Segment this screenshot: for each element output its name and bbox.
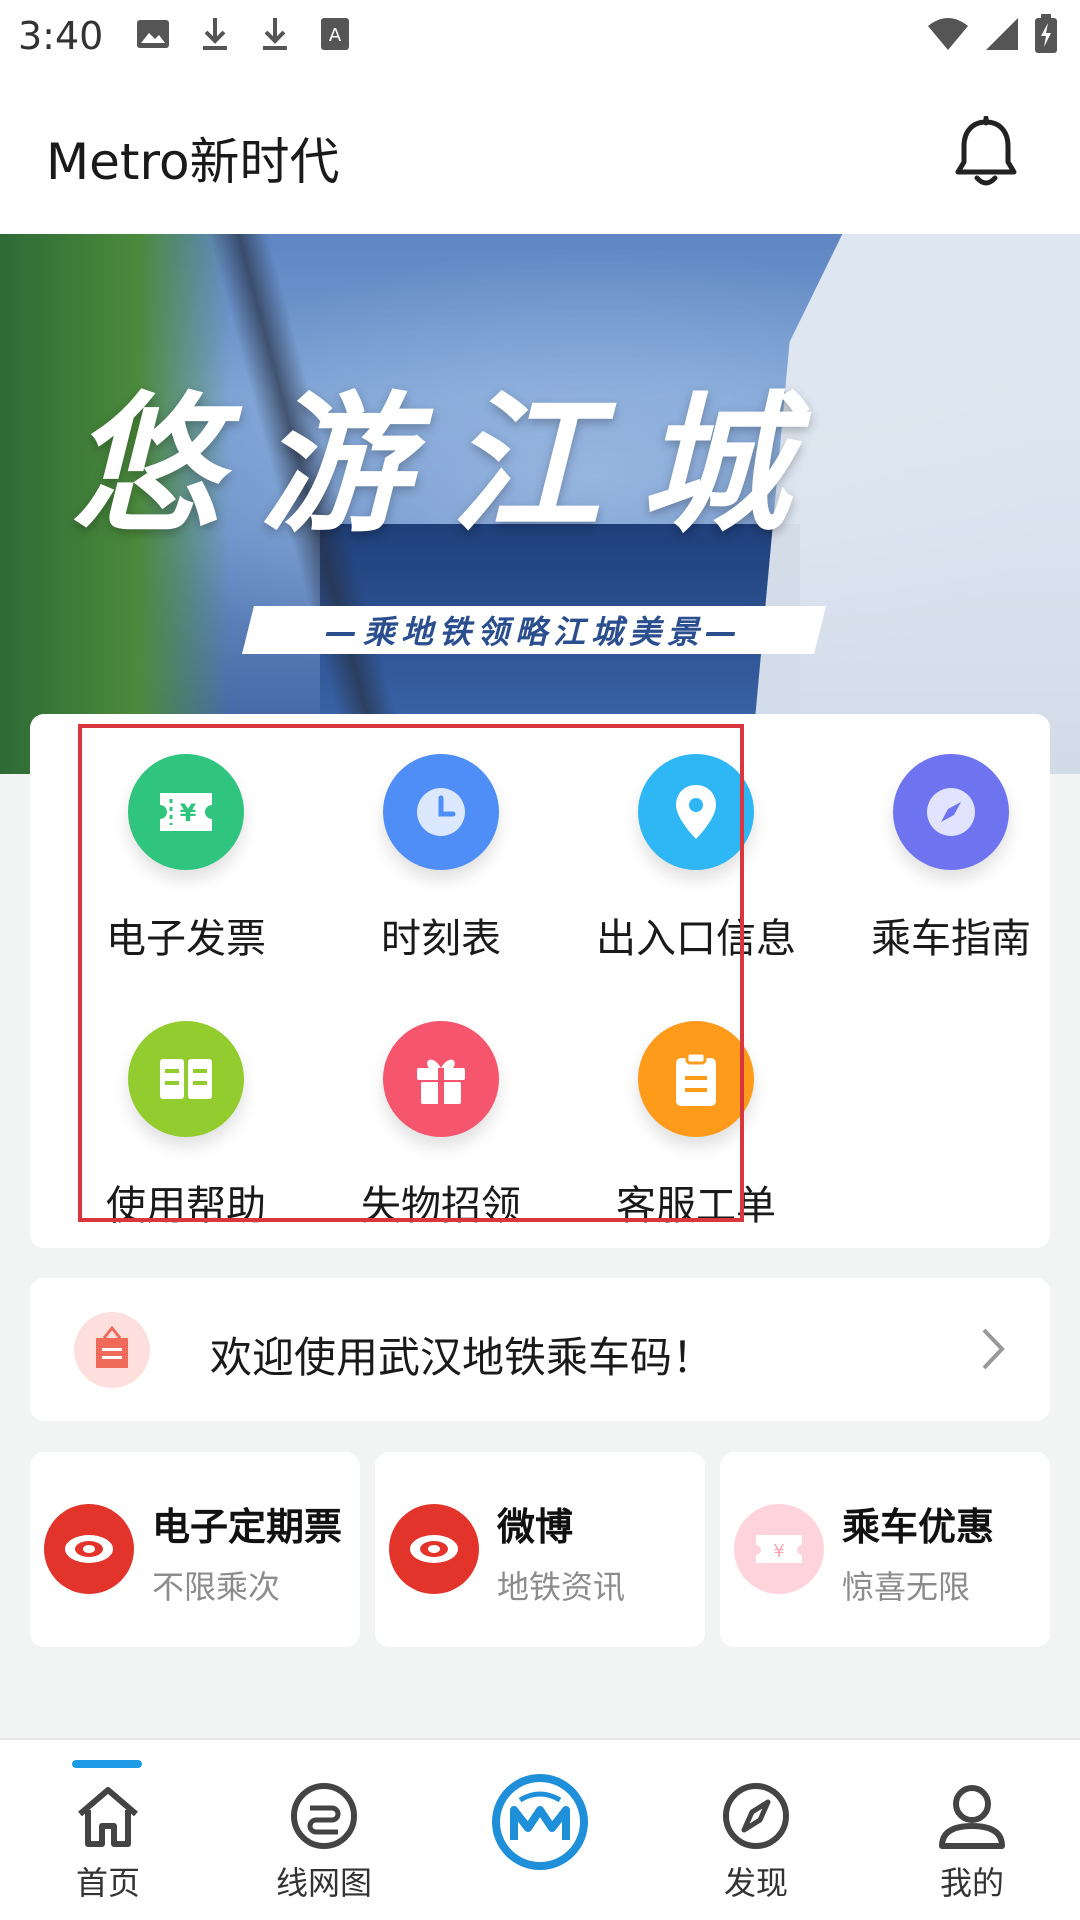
route-map-icon xyxy=(291,1783,357,1849)
svg-text:A: A xyxy=(329,25,342,46)
battery-icon xyxy=(1035,14,1057,53)
notice-bar[interactable]: 欢迎使用武汉地铁乘车码！ xyxy=(30,1278,1050,1421)
promo-title: 电子定期票 xyxy=(152,1505,343,1549)
bell-icon xyxy=(955,115,1017,186)
promo-subtitle: 惊喜无限 xyxy=(842,1568,971,1606)
cell-signal-icon xyxy=(986,18,1018,50)
promo-banner[interactable]: 悠游江城 —乘地铁领略江城美景— xyxy=(0,234,1080,774)
bottom-navigation: 首页 线网图 发现 我的 xyxy=(0,1738,1080,1920)
metro-logo-icon xyxy=(492,1774,588,1870)
service-label: 乘车指南 xyxy=(871,916,1031,962)
nav-label: 首页 xyxy=(75,1864,140,1902)
promo-card-weibo[interactable]: 微博 地铁资讯 xyxy=(375,1452,705,1647)
coupon-icon: ¥ xyxy=(734,1504,824,1594)
person-icon xyxy=(939,1785,1005,1849)
flower-badge-icon xyxy=(389,1504,479,1594)
selection-highlight-box xyxy=(78,724,744,1222)
banner-title: 悠游江城 xyxy=(70,377,831,553)
chevron-right-icon xyxy=(982,1328,1005,1370)
promo-title: 微博 xyxy=(497,1505,574,1549)
notification-bell-button[interactable] xyxy=(950,115,1022,190)
promo-subtitle: 地铁资讯 xyxy=(497,1568,626,1606)
flower-badge-icon xyxy=(44,1504,134,1594)
svg-text:¥: ¥ xyxy=(773,1541,784,1562)
wifi-icon xyxy=(928,18,968,50)
text-app-icon: A xyxy=(321,18,349,50)
promo-card-ride-discount[interactable]: ¥ 乘车优惠 惊喜无限 xyxy=(720,1452,1050,1647)
notice-bag-icon xyxy=(74,1312,150,1388)
service-ride-guide[interactable]: 乘车指南 xyxy=(823,724,1079,962)
notice-text: 欢迎使用武汉地铁乘车码！ xyxy=(210,1333,715,1382)
nav-discover[interactable]: 发现 xyxy=(648,1740,864,1920)
download-icon xyxy=(263,18,287,50)
nav-route-map[interactable]: 线网图 xyxy=(216,1740,432,1920)
compass-icon xyxy=(893,754,1009,870)
status-system-icons xyxy=(926,14,1058,54)
compass-icon xyxy=(723,1783,789,1849)
status-notification-icons: A xyxy=(136,16,350,52)
nav-label: 发现 xyxy=(723,1864,788,1902)
image-icon xyxy=(137,20,169,48)
banner-subtitle-strip: —乘地铁领略江城美景— xyxy=(242,606,826,654)
home-icon xyxy=(78,1787,138,1847)
status-time: 3:40 xyxy=(18,14,104,58)
status-bar: 3:40 A xyxy=(0,0,1080,74)
promo-card-periodic-ticket[interactable]: 电子定期票 不限乘次 xyxy=(30,1452,360,1647)
nav-center-metro[interactable] xyxy=(432,1740,648,1920)
nav-label: 我的 xyxy=(939,1864,1004,1902)
banner-subtitle: —乘地铁领略江城美景— xyxy=(324,613,743,651)
download-icon xyxy=(203,18,227,50)
nav-home[interactable]: 首页 xyxy=(0,1740,216,1920)
app-title: Metro新时代 xyxy=(46,133,340,191)
nav-label: 线网图 xyxy=(275,1864,372,1902)
nav-mine[interactable]: 我的 xyxy=(864,1740,1080,1920)
app-header: Metro新时代 xyxy=(0,74,1080,234)
promo-subtitle: 不限乘次 xyxy=(152,1568,281,1606)
promo-title: 乘车优惠 xyxy=(842,1505,995,1549)
nav-active-indicator xyxy=(72,1760,142,1768)
